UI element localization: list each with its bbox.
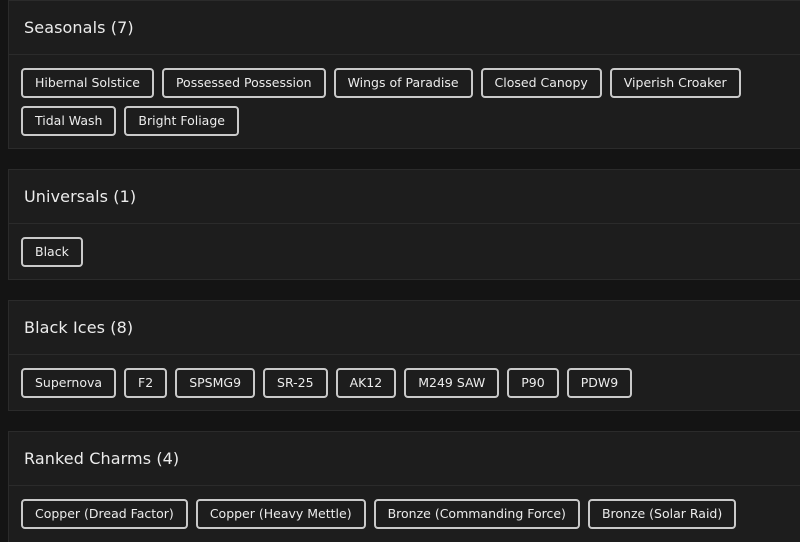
tag-chip[interactable]: Bronze (Commanding Force) — [373, 499, 580, 529]
tag-list: Copper (Dread Factor) Copper (Heavy Mett… — [9, 486, 800, 541]
tag-list: Black — [9, 224, 800, 279]
tag-chip[interactable]: SR-25 — [263, 368, 328, 398]
tag-chip[interactable]: Copper (Heavy Mettle) — [195, 499, 366, 529]
tag-chip[interactable]: M249 SAW — [404, 368, 500, 398]
tag-chip[interactable]: Tidal Wash — [21, 106, 117, 136]
tag-chip[interactable]: Wings of Paradise — [333, 68, 473, 98]
tag-chip[interactable]: Black — [21, 237, 83, 267]
tag-chip[interactable]: PDW9 — [566, 368, 633, 398]
tag-chip[interactable]: Possessed Possession — [161, 68, 326, 98]
section-universals: Universals (1) Black — [8, 169, 800, 280]
section-header: Ranked Charms (4) — [9, 432, 800, 486]
tag-chip[interactable]: AK12 — [335, 368, 397, 398]
tag-chip[interactable]: P90 — [507, 368, 559, 398]
tag-chip[interactable]: Viperish Croaker — [609, 68, 741, 98]
tag-chip[interactable]: SPSMG9 — [175, 368, 256, 398]
tag-chip[interactable]: Bronze (Solar Raid) — [587, 499, 737, 529]
tag-chip[interactable]: F2 — [124, 368, 168, 398]
tag-chip[interactable]: Supernova — [21, 368, 117, 398]
tag-chip[interactable]: Copper (Dread Factor) — [21, 499, 188, 529]
section-ranked-charms: Ranked Charms (4) Copper (Dread Factor) … — [8, 431, 800, 542]
section-title: Universals (1) — [24, 187, 137, 206]
section-title: Seasonals (7) — [24, 18, 134, 37]
section-header: Black Ices (8) — [9, 301, 800, 355]
section-title: Ranked Charms (4) — [24, 449, 180, 468]
tag-chip[interactable]: Closed Canopy — [480, 68, 602, 98]
tag-list: Supernova F2 SPSMG9 SR-25 AK12 M249 SAW … — [9, 355, 800, 410]
tag-chip[interactable]: Hibernal Solstice — [21, 68, 154, 98]
tag-list: Hibernal Solstice Possessed Possession W… — [9, 55, 800, 148]
section-seasonals: Seasonals (7) Hibernal Solstice Possesse… — [8, 0, 800, 149]
collection-page: Seasonals (7) Hibernal Solstice Possesse… — [0, 0, 800, 542]
section-header: Universals (1) — [9, 170, 800, 224]
section-header: Seasonals (7) — [9, 1, 800, 55]
section-black-ices: Black Ices (8) Supernova F2 SPSMG9 SR-25… — [8, 300, 800, 411]
section-title: Black Ices (8) — [24, 318, 134, 337]
tag-chip[interactable]: Bright Foliage — [124, 106, 239, 136]
